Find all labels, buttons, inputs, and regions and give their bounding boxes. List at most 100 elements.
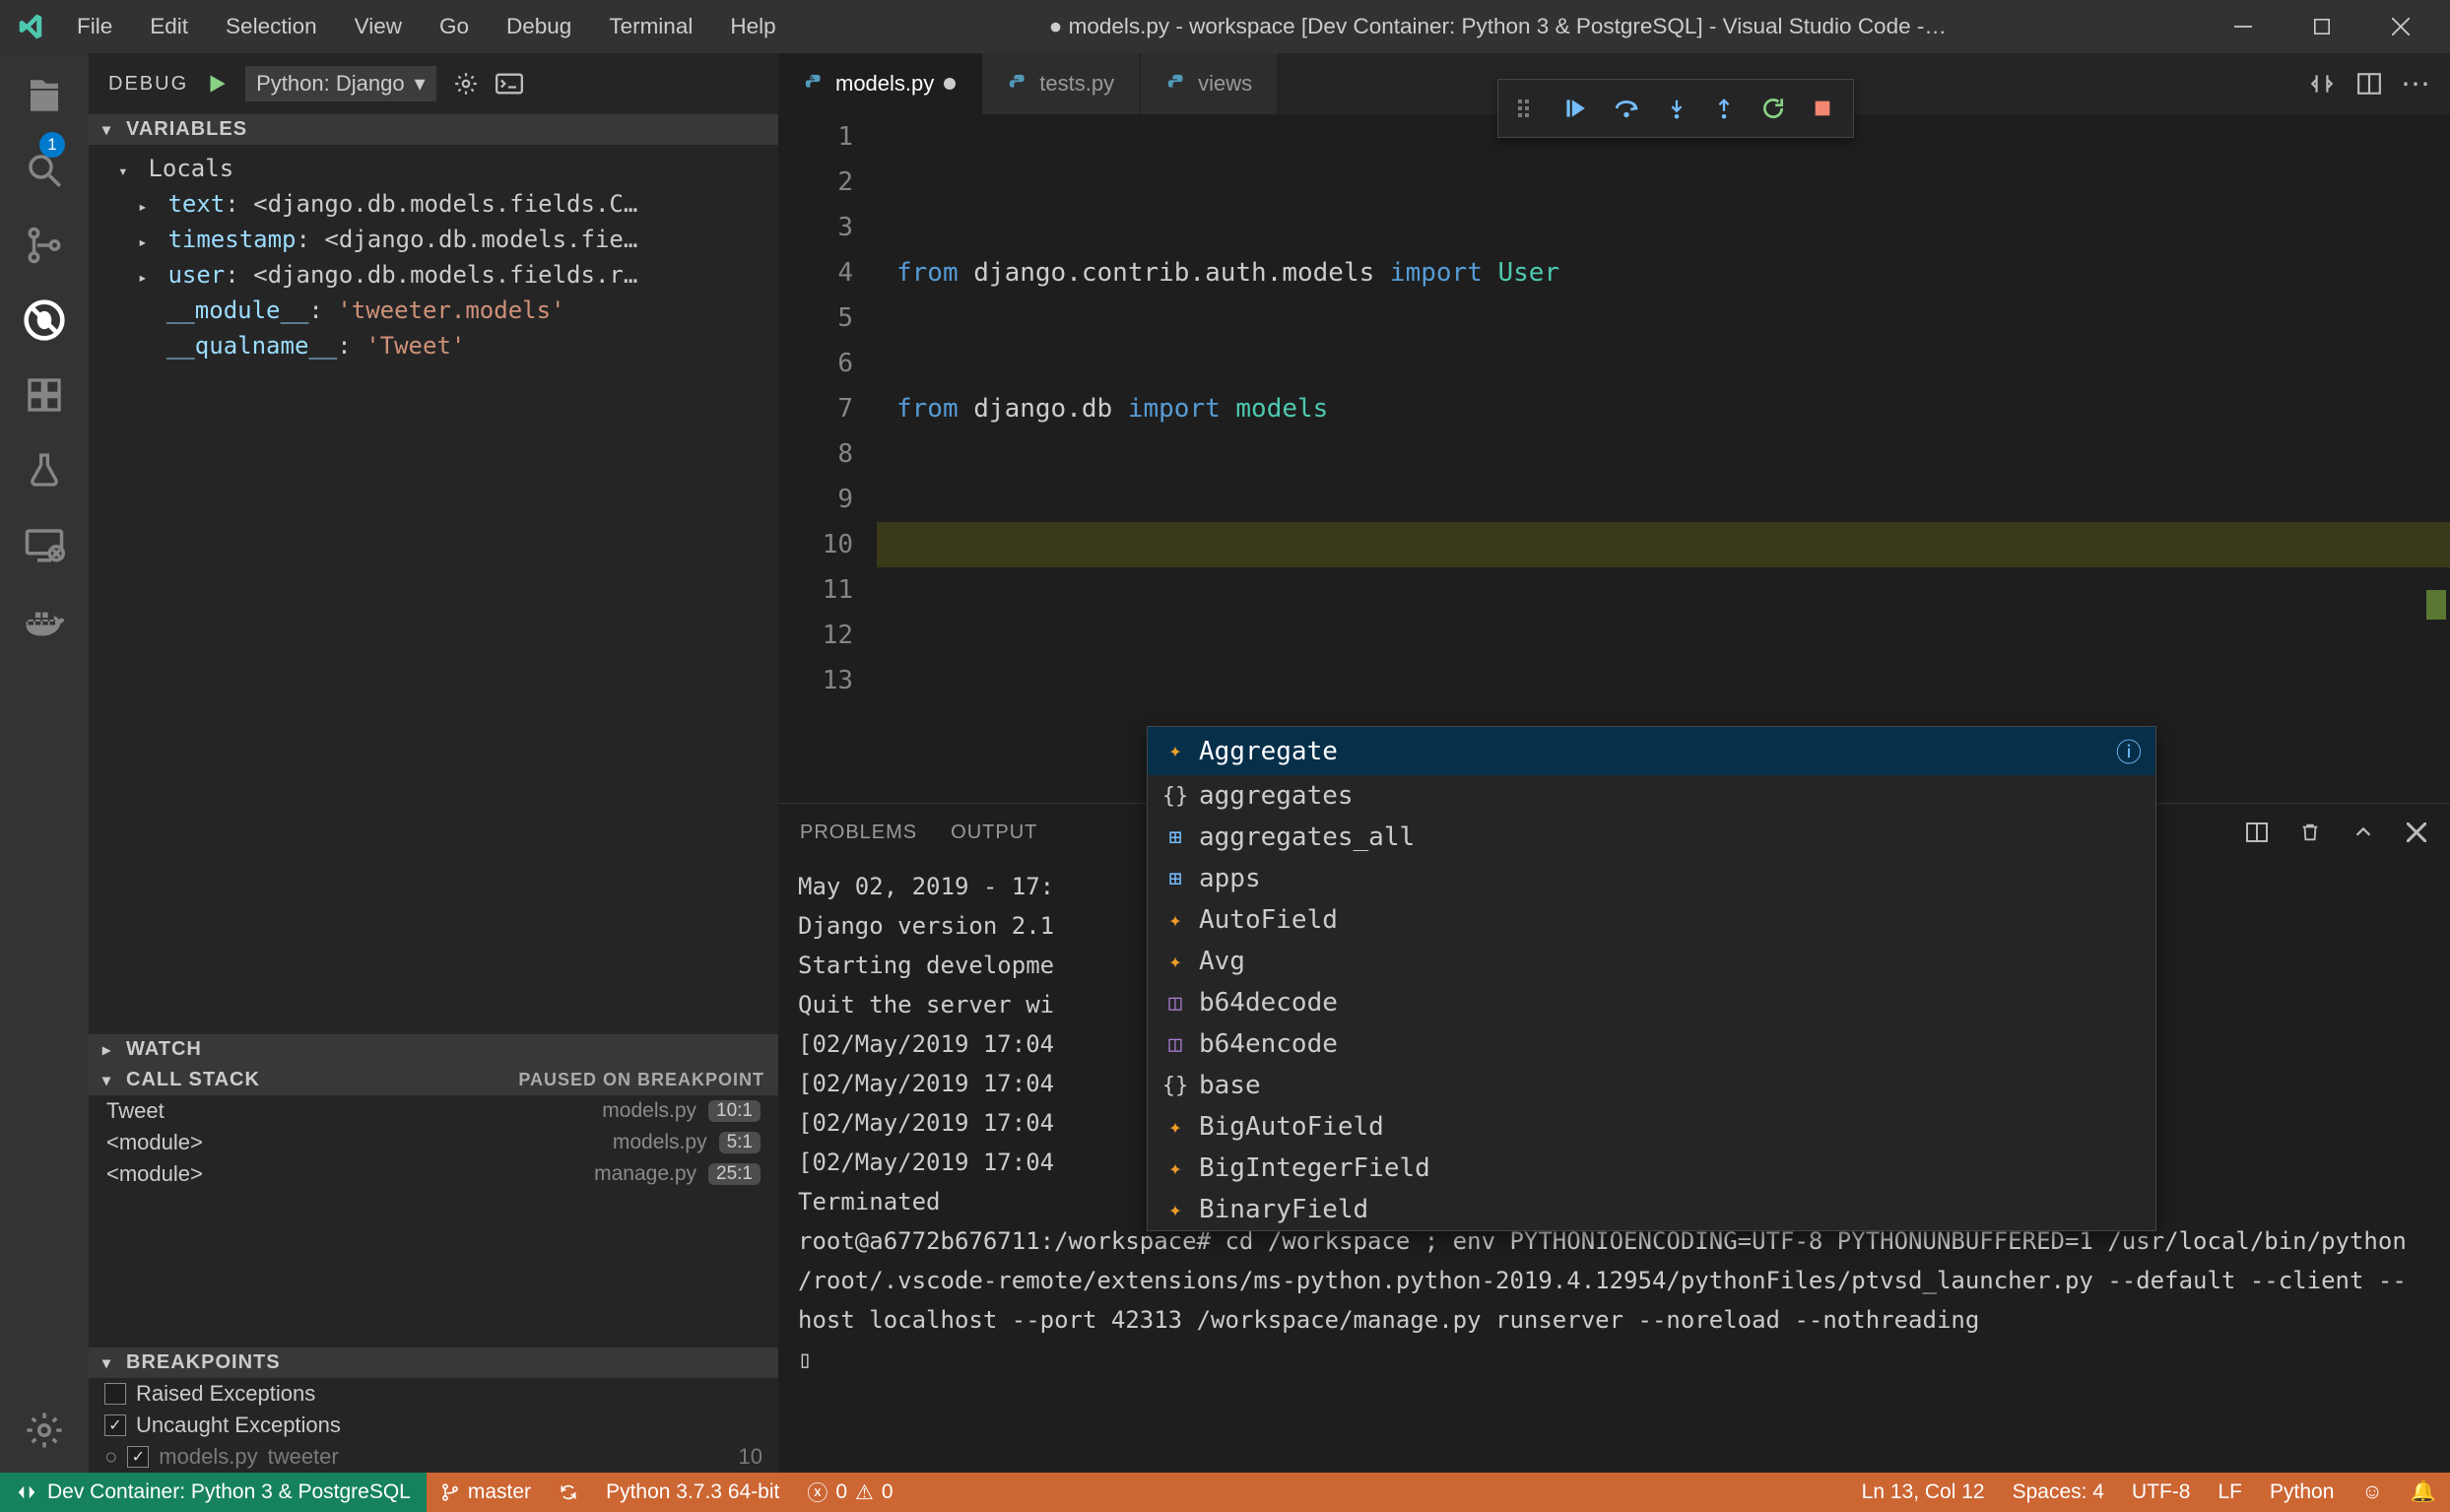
scope-locals[interactable]: ▾ Locals [89,151,778,186]
section-callstack[interactable]: ▾ CALL STACK PAUSED ON BREAKPOINT [89,1065,778,1095]
breakpoint-file[interactable]: ○ models.py tweeter 10 [89,1441,778,1473]
suggestion-item[interactable]: ✦BigAutoField [1148,1106,2155,1148]
menu-file[interactable]: File [61,8,128,45]
checkbox[interactable] [104,1383,126,1405]
cursor-position[interactable]: Ln 13, Col 12 [1848,1473,1999,1512]
tab-tests[interactable]: tests.py [982,53,1141,114]
section-variables[interactable]: ▾ VARIABLES [89,114,778,145]
continue-icon[interactable] [1561,96,1587,121]
explorer-icon[interactable] [22,73,67,118]
start-debug-icon[interactable] [204,71,230,97]
language-mode[interactable]: Python [2256,1473,2348,1512]
remote-explorer-icon[interactable] [22,522,67,567]
panel-split-icon[interactable] [2243,819,2271,846]
suggestion-item[interactable]: {}base [1148,1065,2155,1106]
restart-icon[interactable] [1760,96,1786,121]
debug-config-select[interactable]: Python: Django ▾ [245,66,435,101]
debug-gear-icon[interactable] [452,70,480,98]
checkbox[interactable] [104,1414,126,1436]
remote-indicator[interactable]: Dev Container: Python 3 & PostgreSQL [0,1473,427,1512]
suggestion-item[interactable]: ✦Avg [1148,941,2155,982]
close-panel-icon[interactable] [2403,819,2430,846]
eol[interactable]: LF [2204,1473,2256,1512]
modified-dot-icon [944,78,956,90]
code-editor[interactable]: 1 2 3 4 5 6 7 8 9 ▶10 11 12 13 from djan… [778,114,2450,803]
suggestion-item[interactable]: ✦BinaryField [1148,1189,2155,1230]
python-file-icon [1166,73,1188,95]
variable-row[interactable]: ▸ text: <django.db.models.fields.C… [89,186,778,222]
chevron-up-icon[interactable] [2350,819,2377,846]
breakpoint-circle-icon: ○ [104,1444,117,1470]
step-out-icon[interactable] [1713,96,1735,121]
class-icon: ✦ [1161,739,1189,763]
suggestion-item[interactable]: {}aggregates [1148,775,2155,817]
tab-views[interactable]: views [1141,53,1279,114]
tab-label: views [1198,71,1252,97]
suggestion-item[interactable]: ◫b64decode [1148,982,2155,1023]
panel-tab-output[interactable]: OUTPUT [949,818,1039,848]
breakpoint-uncaught[interactable]: Uncaught Exceptions [89,1410,778,1441]
callstack-state: PAUSED ON BREAKPOINT [518,1070,764,1090]
menu-edit[interactable]: Edit [134,8,204,45]
tab-models[interactable]: models.py [778,53,982,114]
checkbox[interactable] [127,1446,149,1468]
menu-go[interactable]: Go [424,8,485,45]
menu-terminal[interactable]: Terminal [593,8,708,45]
section-watch[interactable]: ▸ WATCH [89,1034,778,1065]
stop-icon[interactable] [1812,98,1833,119]
info-icon[interactable]: ⓘ [2116,733,2142,769]
suggestion-item[interactable]: ⊞apps [1148,858,2155,899]
class-icon: ✦ [1161,908,1189,933]
compare-icon[interactable] [2308,70,2336,98]
step-into-icon[interactable] [1666,96,1688,121]
more-icon[interactable]: ⋯ [2403,70,2430,98]
callstack-frame[interactable]: Tweet models.py 10:1 [89,1095,778,1127]
trash-icon[interactable] [2296,819,2324,846]
close-button[interactable] [2361,0,2440,53]
menu-view[interactable]: View [339,8,418,45]
drag-grip-icon[interactable] [1518,99,1536,117]
menu-help[interactable]: Help [714,8,791,45]
section-breakpoints[interactable]: ▾ BREAKPOINTS [89,1348,778,1378]
debug-console-icon[interactable] [496,70,523,98]
menu-debug[interactable]: Debug [491,8,587,45]
maximize-button[interactable] [2283,0,2361,53]
indentation[interactable]: Spaces: 4 [1999,1473,2118,1512]
python-interpreter[interactable]: Python 3.7.3 64-bit [592,1473,793,1512]
sync-button[interactable] [545,1473,592,1512]
suggestion-item[interactable]: ✦BigIntegerField [1148,1148,2155,1189]
feedback-icon[interactable]: ☺ [2348,1473,2396,1512]
callstack-frame[interactable]: <module> models.py 5:1 [89,1127,778,1158]
suggestion-popup: ✦Aggregateⓘ {}aggregates ⊞aggregates_all… [1147,726,2156,1231]
suggestion-item[interactable]: ⊞aggregates_all [1148,817,2155,858]
callstack-frame[interactable]: <module> manage.py 25:1 [89,1158,778,1190]
chevron-right-icon: ▸ [138,197,154,216]
minimize-button[interactable] [2204,0,2283,53]
settings-gear-icon[interactable] [22,1408,67,1453]
variable-row[interactable]: __module__: 'tweeter.models' [89,293,778,328]
variable-row[interactable]: __qualname__: 'Tweet' [89,328,778,363]
debug-icon[interactable] [22,297,67,343]
git-branch[interactable]: master [427,1473,545,1512]
extensions-icon[interactable] [22,372,67,418]
beaker-icon[interactable] [22,447,67,493]
code-content[interactable]: from django.contrib.auth.models import U… [877,114,2450,803]
suggestion-item[interactable]: ✦Aggregateⓘ [1148,727,2155,775]
step-over-icon[interactable] [1613,96,1640,121]
debug-control-bar[interactable] [1497,79,1854,138]
breakpoint-raised[interactable]: Raised Exceptions [89,1378,778,1410]
menu-selection[interactable]: Selection [210,8,333,45]
variable-row[interactable]: ▸ timestamp: <django.db.models.fie… [89,222,778,257]
notifications-icon[interactable]: 🔔 [2397,1473,2450,1512]
split-editor-icon[interactable] [2355,70,2383,98]
source-control-icon[interactable] [22,223,67,268]
problems-indicator[interactable]: ⓧ0 ⚠0 [793,1473,906,1512]
panel-tab-problems[interactable]: PROBLEMS [798,818,919,848]
docker-icon[interactable] [22,597,67,642]
encoding[interactable]: UTF-8 [2118,1473,2205,1512]
suggestion-item[interactable]: ◫b64encode [1148,1023,2155,1065]
variable-row[interactable]: ▸ user: <django.db.models.fields.r… [89,257,778,293]
line-gutter: 1 2 3 4 5 6 7 8 9 ▶10 11 12 13 [778,114,877,803]
debug-config-label: Python: Django [256,71,404,97]
suggestion-item[interactable]: ✦AutoField [1148,899,2155,941]
